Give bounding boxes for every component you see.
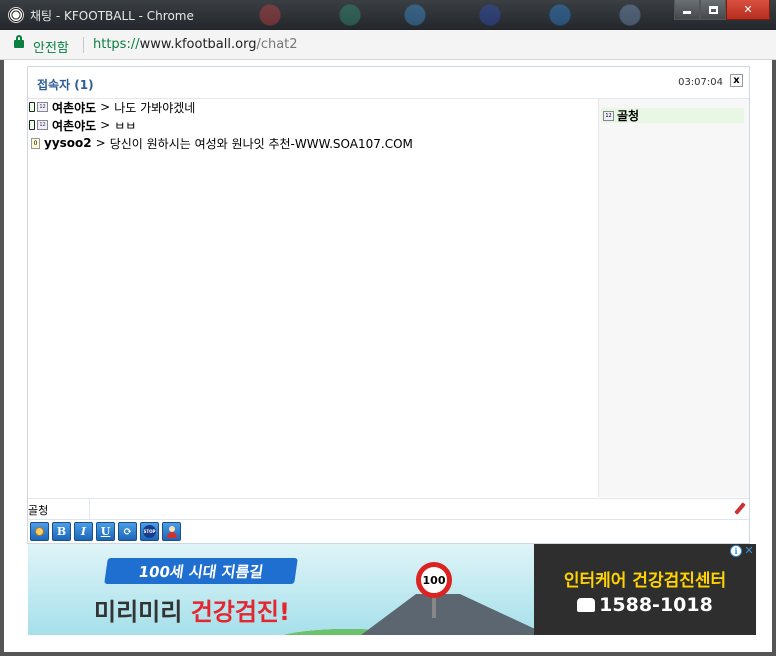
message-nick[interactable]: 여촌야도 [52,117,96,134]
message-arrow: > [95,136,106,150]
mobile-icon [29,102,35,112]
url-path: /chat2 [256,37,298,52]
profile-button[interactable] [162,522,181,541]
message-arrow: > [100,118,111,132]
person-icon [166,525,177,538]
chat-input-row: 골청 [28,498,749,520]
underline-button[interactable]: U [96,522,115,541]
stop-icon: STOP [143,525,156,538]
maximize-button[interactable] [700,0,726,20]
url-scheme: https:// [93,37,140,52]
level-badge-icon: 12 [603,110,614,121]
input-divider [89,499,90,519]
guest-icon: 0 [31,137,40,149]
url-text[interactable]: https://www.kfootball.org/chat2 [93,37,298,52]
italic-button[interactable]: I [74,522,93,541]
message-row: 0 yysoo2 > 당신이 원하시는 여성와 원나잇 추천-WWW.SOA10… [29,135,413,151]
emoticon-button[interactable] [30,522,49,541]
ad-headline-a: 미리미리 [94,598,191,626]
chat-clock: 03:07:04 [678,77,723,88]
message-list[interactable]: 12 여촌야도 > 나도 가봐야겠네 12 여촌야도 > ㅂㅂ 0 yysoo2… [29,99,598,497]
user-list-item[interactable]: 12 골청 [601,108,744,123]
close-icon: ✕ [743,3,753,16]
chat-message-input[interactable] [92,500,732,518]
message-text: 나도 가봐야겠네 [114,100,196,115]
level-badge-icon: 12 [37,120,48,130]
speed-sign: 100 [416,562,452,598]
ad-company: 인터케어 건강검진센터 [563,571,727,591]
bold-button[interactable]: B [52,522,71,541]
page-content: 접속자 (1) 03:07:04 x 12 여촌야도 > 나도 가봐야겠네 12… [0,60,776,656]
refresh-icon: ⟳ [122,525,133,538]
ad-sign-post [432,598,436,618]
message-nick[interactable]: yysoo2 [44,136,92,150]
url-host: www.kfootball.org [139,37,257,52]
ad-contact-panel: 인터케어 건강검진센터 1588-1018 [534,544,756,635]
stop-button[interactable]: STOP [140,522,159,541]
ad-close-button[interactable]: ✕ [743,544,755,557]
message-row: 12 여촌야도 > 나도 가봐야겠네 [29,99,195,115]
soccer-ball-icon [8,7,24,23]
message-nick[interactable]: 여촌야도 [52,99,96,116]
nickname-label: 골청 [28,504,49,517]
user-list[interactable]: 12 골청 [598,99,749,497]
maximize-icon [708,5,718,14]
ad-illustration: 100세 시대 지름길 미리미리 건강검진! 100 [28,544,548,635]
message-row: 12 여촌야도 > ㅂㅂ [29,117,136,133]
message-text: 당신이 원하시는 여성와 원나잇 추천-WWW.SOA107.COM [109,136,413,151]
ad-headline-b: 건강검진! [190,598,290,626]
address-bar[interactable]: 안전함 https://www.kfootball.org/chat2 [0,30,776,60]
window-titlebar[interactable]: 채팅 - KFOOTBALL - Chrome ✕ [0,0,776,30]
lock-icon [14,35,24,49]
chat-header: 접속자 (1) 03:07:04 x [28,67,749,99]
ad-phone-line: 1588-1018 [534,594,756,616]
background-taskbar-icons [210,2,660,28]
chat-panel: 접속자 (1) 03:07:04 x 12 여촌야도 > 나도 가봐야겠네 12… [27,66,750,544]
pen-icon[interactable] [733,502,746,516]
emoticon-icon [35,527,44,536]
message-text: ㅂㅂ [114,118,137,133]
minimize-button[interactable] [674,0,700,20]
ad-ribbon: 100세 시대 지름길 [104,558,298,584]
mobile-icon [29,120,35,130]
phone-icon [577,598,596,612]
users-count-label: 접속자 (1) [37,78,94,92]
refresh-button[interactable]: ⟳ [118,522,137,541]
secure-label[interactable]: 안전함 [33,37,69,56]
window-title: 채팅 - KFOOTBALL - Chrome [30,9,194,23]
minimize-icon [683,11,691,14]
level-badge-icon: 12 [37,102,48,112]
window-controls: ✕ [674,0,770,20]
close-window-button[interactable]: ✕ [726,0,770,20]
format-toolbar: B I U ⟳ STOP [30,522,181,542]
message-arrow: > [100,100,111,114]
ad-banner[interactable]: 100세 시대 지름길 미리미리 건강검진! 100 인터케어 건강검진센터 1… [28,544,756,635]
user-name: 골청 [617,109,640,123]
chat-close-button[interactable]: x [730,74,743,87]
ad-headline: 미리미리 건강검진! [94,592,290,627]
address-divider [83,37,84,53]
ad-info-icon[interactable]: i [730,545,742,557]
ad-phone: 1588-1018 [599,594,713,616]
